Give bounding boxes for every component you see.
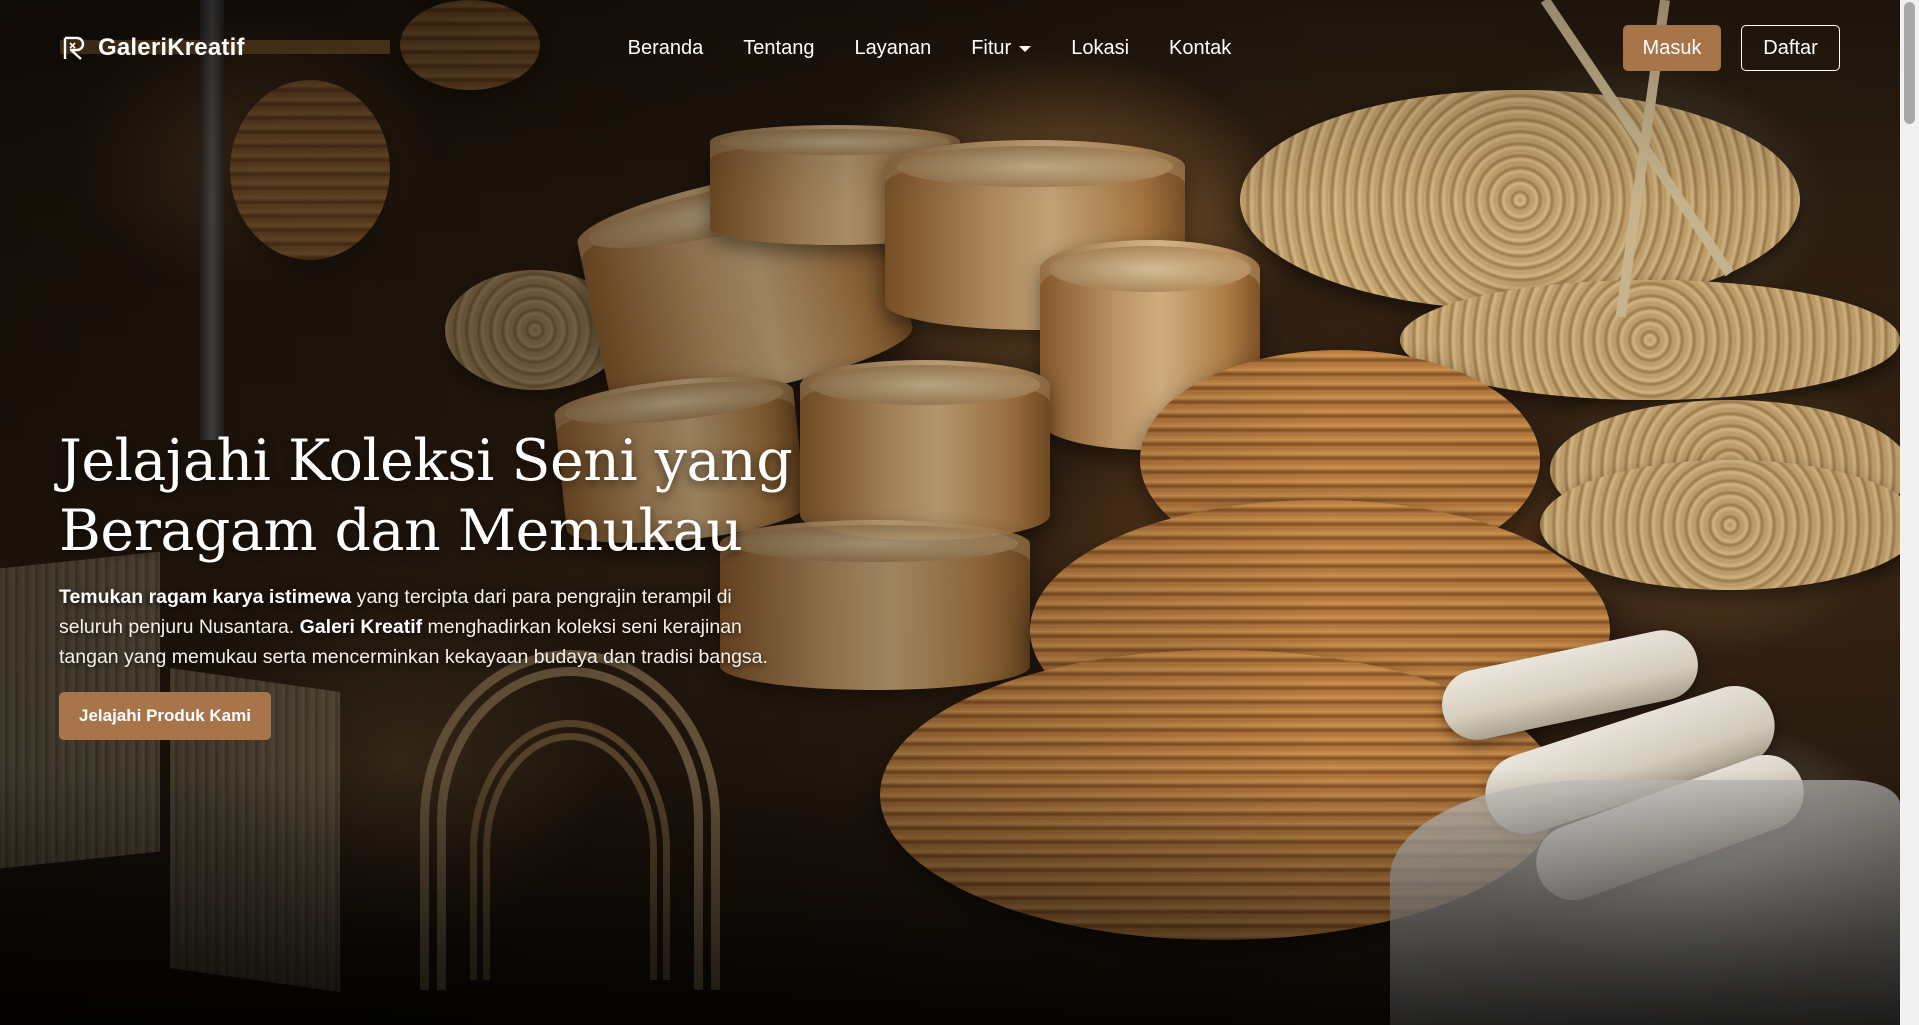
nav-actions: Masuk Daftar (1623, 25, 1840, 71)
hero-desc-bold-1: Temukan ragam karya istimewa (59, 586, 352, 608)
brand-link[interactable]: GaleriKreatif (62, 34, 245, 62)
register-button[interactable]: Daftar (1741, 25, 1840, 71)
page-scrollbar[interactable] (1900, 0, 1919, 1025)
hero-title-line-1: Jelajahi Koleksi Seni yang (59, 428, 793, 494)
nav-link-beranda[interactable]: Beranda (628, 37, 704, 60)
nav-link-lokasi[interactable]: Lokasi (1071, 37, 1129, 60)
nav-link-fitur-label: Fitur (971, 36, 1012, 59)
explore-products-button[interactable]: Jelajahi Produk Kami (59, 692, 271, 740)
hero-description: Temukan ragam karya istimewa yang tercip… (59, 582, 799, 672)
brand-logo-icon (63, 36, 85, 60)
hero-title-line-2: Beragam dan Memukau (59, 498, 743, 564)
login-button[interactable]: Masuk (1623, 25, 1721, 71)
nav-dropdown-fitur[interactable]: Fitur (971, 36, 1032, 60)
nav-link-tentang[interactable]: Tentang (743, 37, 814, 60)
hero-title: Jelajahi Koleksi Seni yang Beragam dan M… (59, 426, 819, 566)
main-navbar: GaleriKreatif Beranda Tentang Layanan Fi… (0, 0, 1900, 96)
nav-link-layanan[interactable]: Layanan (854, 37, 931, 60)
caret-down-icon (1019, 46, 1032, 52)
brand-name: GaleriKreatif (98, 34, 245, 61)
hero-desc-bold-2: Galeri Kreatif (299, 616, 423, 638)
hero-content: Jelajahi Koleksi Seni yang Beragam dan M… (59, 426, 819, 740)
nav-links: Beranda Tentang Layanan Fitur Lokasi Kon… (628, 37, 1232, 60)
scrollbar-thumb[interactable] (1904, 2, 1915, 124)
nav-link-kontak[interactable]: Kontak (1169, 37, 1231, 60)
